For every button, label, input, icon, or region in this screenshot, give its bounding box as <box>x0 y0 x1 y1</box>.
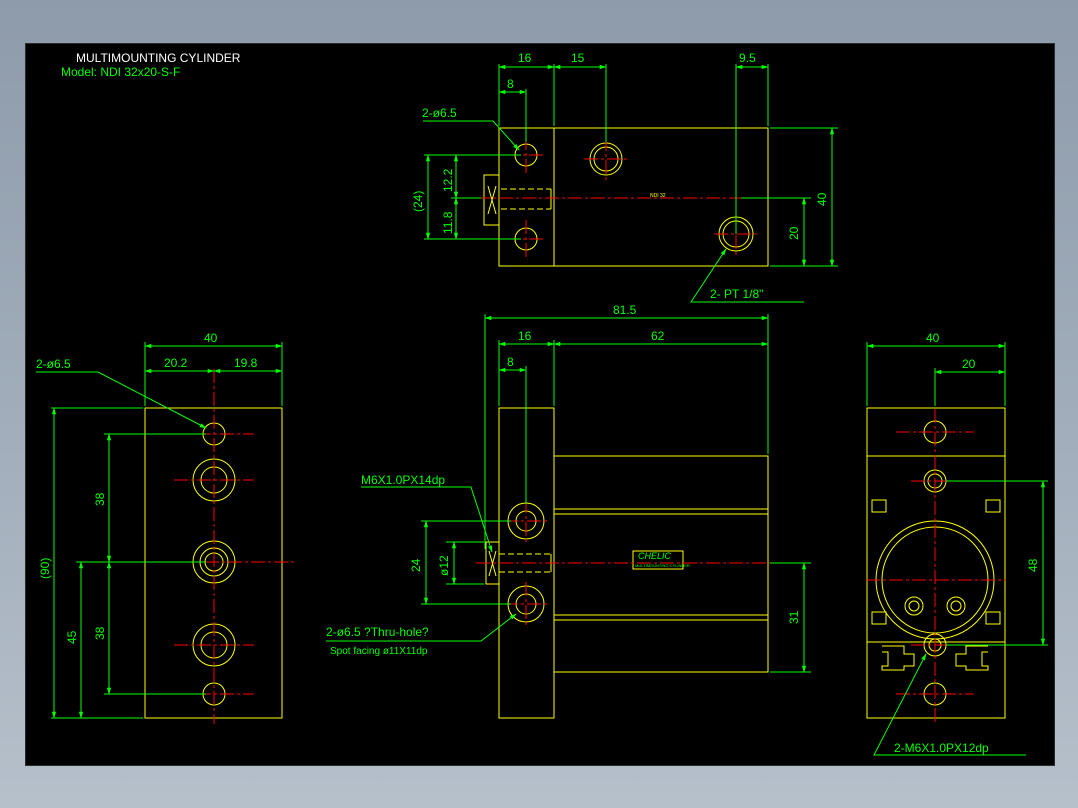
dim-left-40: 40 <box>204 331 218 345</box>
dim-front-62: 62 <box>651 329 665 343</box>
dim-top-40: 40 <box>815 192 829 206</box>
dim-right-20: 20 <box>962 357 976 371</box>
dim-right-48: 48 <box>1026 558 1040 572</box>
dim-top-16: 16 <box>518 51 532 65</box>
dim-top-24: (24) <box>411 191 425 212</box>
left-view-centerlines <box>136 369 294 724</box>
left-hole-note: 2-ø6.5 <box>36 357 71 371</box>
front-view-centerlines <box>476 499 786 626</box>
dim-top-12-2: 12.2 <box>441 168 455 192</box>
right-view-dimension-text: 40 20 48 2-M6X1.0PX12dp <box>894 331 1040 755</box>
right-view: 40 20 48 2-M6X1.0PX12dp <box>866 331 1048 756</box>
dim-front-24: 24 <box>409 558 423 572</box>
front-brand-logo: CHELIC <box>638 551 672 561</box>
front-brand-subtitle: MULTIMOUNTING CYLINDER <box>635 563 690 568</box>
top-view-outline <box>483 127 769 267</box>
dim-left-19-8: 19.8 <box>234 356 258 370</box>
dim-front-16: 16 <box>518 329 532 343</box>
left-view: 40 20.2 19.8 38 38 (90) 45 2-ø6.5 <box>36 331 294 724</box>
dim-left-45: 45 <box>65 630 79 644</box>
top-view-centerlines <box>476 136 786 258</box>
model-label: Model: NDI 32x20-S-F <box>61 65 180 79</box>
dim-front-dia-12: ø12 <box>437 555 451 576</box>
dim-top-9-5: 9.5 <box>739 51 756 65</box>
left-view-dimension-lines <box>36 342 283 719</box>
dim-left-20-2: 20.2 <box>164 356 188 370</box>
dim-right-40: 40 <box>926 331 940 345</box>
dim-top-11-8: 11.8 <box>441 211 455 234</box>
dim-left-38-lower: 38 <box>93 626 107 640</box>
right-thread-note: 2-M6X1.0PX12dp <box>894 741 989 755</box>
dim-front-8: 8 <box>507 355 514 369</box>
cad-drawing: MULTIMOUNTING CYLINDER Model: NDI 32x20-… <box>36 51 1048 756</box>
top-view-dimension-text: 16 15 9.5 8 12.2 11.8 (24) 40 20 2-ø6.5 … <box>411 51 829 301</box>
dim-top-8: 8 <box>507 77 514 91</box>
top-hole-note: 2-ø6.5 <box>422 106 457 120</box>
front-thread-note: M6X1.0PX14dp <box>361 473 445 487</box>
front-view-dimension-lines <box>326 314 811 673</box>
top-body-marking: NDI 32 <box>650 193 666 199</box>
dim-top-20: 20 <box>787 226 801 240</box>
drawing-sheet: MULTIMOUNTING CYLINDER Model: NDI 32x20-… <box>25 43 1055 766</box>
front-view: 81.5 16 62 8 24 ø12 31 M6X1.0PX14dp 2-ø6… <box>326 303 811 719</box>
top-view: 16 15 9.5 8 12.2 11.8 (24) 40 20 2-ø6.5 … <box>411 51 838 303</box>
right-view-outline <box>866 407 1006 719</box>
drawing-title: MULTIMOUNTING CYLINDER <box>76 51 241 65</box>
dim-left-38-upper: 38 <box>93 492 107 506</box>
front-view-dimension-text: 81.5 16 62 8 24 ø12 31 M6X1.0PX14dp 2-ø6… <box>326 303 801 657</box>
dim-left-90: (90) <box>38 558 52 579</box>
dim-top-15: 15 <box>571 51 585 65</box>
top-port-note: 2- PT 1/8" <box>710 287 763 301</box>
dim-front-81-5: 81.5 <box>613 303 637 317</box>
right-view-dimension-lines <box>866 342 1048 756</box>
dim-front-31: 31 <box>787 610 801 624</box>
front-hole-note: 2-ø6.5 ?Thru-hole? <box>326 625 429 639</box>
front-spot-note: Spot facing ø11X11dp <box>330 646 428 657</box>
